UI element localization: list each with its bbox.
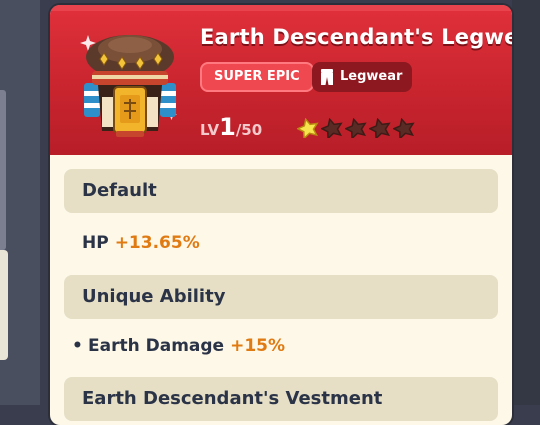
star-rating: [297, 118, 415, 138]
section-unique-ability: Unique Ability: [64, 275, 498, 319]
level-indicator: LV1/50: [200, 113, 262, 141]
level-prefix: LV: [200, 121, 220, 139]
level-current: 1: [219, 113, 236, 141]
list-bullet: •: [72, 336, 83, 356]
section-default: Default: [64, 169, 498, 213]
item-title: Earth Descendant's Legwear: [200, 25, 512, 49]
stat-hp: HP +13.65%: [82, 233, 200, 253]
stat-hp-label: HP: [82, 233, 109, 253]
item-type-badge: Legwear: [312, 62, 413, 92]
left-panel-card-edge: [0, 250, 8, 360]
star-icon: [297, 118, 319, 138]
star-icon: [393, 118, 415, 138]
left-panel-edge: [0, 0, 40, 405]
stat-earth-label: Earth Damage: [88, 336, 225, 356]
legwear-armor-icon: [80, 35, 177, 137]
stat-hp-value: +13.65%: [114, 233, 200, 253]
rarity-badge: SUPER EPIC: [200, 62, 314, 92]
level-max: /50: [235, 121, 263, 139]
section-set-title: Earth Descendant's Vestment: [82, 388, 383, 409]
pants-icon: [321, 69, 333, 85]
stat-earth-value: +15%: [230, 336, 286, 356]
left-scroll-tab[interactable]: [0, 90, 6, 250]
stat-earth-damage: Earth Damage +15%: [88, 336, 285, 356]
item-detail-card: Earth Descendant's Legwear SUPER EPIC Le…: [50, 5, 512, 425]
section-set-bonus: Earth Descendant's Vestment: [64, 377, 498, 421]
item-type-label: Legwear: [340, 69, 403, 84]
right-panel-edge: [512, 0, 540, 405]
star-icon: [321, 118, 343, 138]
star-icon: [345, 118, 367, 138]
item-header: Earth Descendant's Legwear SUPER EPIC Le…: [50, 5, 512, 155]
section-default-title: Default: [82, 180, 157, 201]
section-unique-title: Unique Ability: [82, 286, 226, 307]
star-icon: [369, 118, 391, 138]
